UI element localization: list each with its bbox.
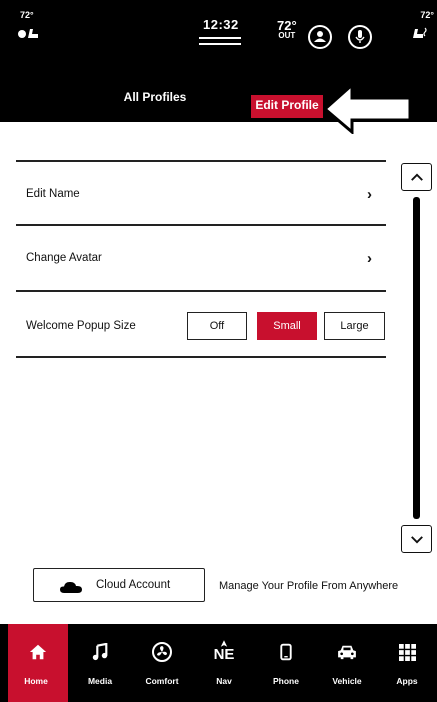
scroll-up-button[interactable] xyxy=(401,163,432,191)
tab-all-profiles[interactable]: All Profiles xyxy=(112,72,198,122)
edit-name-label: Edit Name xyxy=(26,188,80,200)
scrollbar-track[interactable] xyxy=(413,197,420,519)
chevron-down-icon xyxy=(410,535,423,543)
nav-vehicle[interactable]: Vehicle xyxy=(319,624,375,702)
welcome-popup-label: Welcome Popup Size xyxy=(26,320,136,332)
chevron-right-icon: › xyxy=(367,185,372,203)
cloud-account-label: Cloud Account xyxy=(96,579,171,591)
phone-icon xyxy=(280,643,292,661)
change-avatar-row[interactable]: Change Avatar › xyxy=(16,226,386,290)
scroll-down-button[interactable] xyxy=(401,525,432,553)
divider xyxy=(16,356,386,358)
clock: 12:32 xyxy=(203,17,239,32)
popup-size-off-button[interactable]: Off xyxy=(187,312,247,340)
cloud-account-button[interactable]: Cloud Account xyxy=(33,568,205,602)
nav-nav[interactable]: NE Nav xyxy=(196,624,252,702)
nav-media[interactable]: Media xyxy=(72,624,128,702)
drawer-handle[interactable] xyxy=(199,37,241,47)
change-avatar-label: Change Avatar xyxy=(26,252,102,264)
nav-comfort[interactable]: Comfort xyxy=(134,624,190,702)
home-icon xyxy=(29,644,47,660)
profile-icon[interactable] xyxy=(308,25,332,49)
popup-size-small-button[interactable]: Small xyxy=(257,312,317,340)
car-icon xyxy=(338,645,356,660)
status-bar: 72° 12:32 72° OUT 72° xyxy=(0,0,437,72)
chevron-up-icon xyxy=(410,173,423,181)
outside-temp: 72° OUT xyxy=(277,18,297,40)
microphone-icon[interactable] xyxy=(348,25,372,49)
nav-heading: NE xyxy=(213,646,235,663)
climate-fan-icon xyxy=(152,642,172,662)
heated-seat-icon[interactable] xyxy=(17,24,41,40)
music-note-icon xyxy=(92,643,108,661)
heated-seat-icon[interactable] xyxy=(409,24,433,40)
callout-arrow-icon xyxy=(322,82,412,134)
nav-apps[interactable]: Apps xyxy=(379,624,435,702)
cloud-icon xyxy=(60,581,82,593)
grid-icon xyxy=(398,643,416,661)
cloud-description: Manage Your Profile From Anywhere xyxy=(219,580,399,592)
divider xyxy=(16,290,386,292)
tab-edit-profile[interactable]: Edit Profile xyxy=(251,72,323,122)
nav-phone[interactable]: Phone xyxy=(258,624,314,702)
bottom-nav: Home Media Comfort NE Nav Phone Vehicle … xyxy=(0,624,437,702)
driver-temp[interactable]: 72° xyxy=(20,10,34,20)
edit-name-row[interactable]: Edit Name › xyxy=(16,162,386,226)
passenger-temp[interactable]: 72° xyxy=(420,10,434,20)
chevron-right-icon: › xyxy=(367,249,372,267)
nav-home[interactable]: Home xyxy=(8,624,68,702)
popup-size-large-button[interactable]: Large xyxy=(324,312,385,340)
